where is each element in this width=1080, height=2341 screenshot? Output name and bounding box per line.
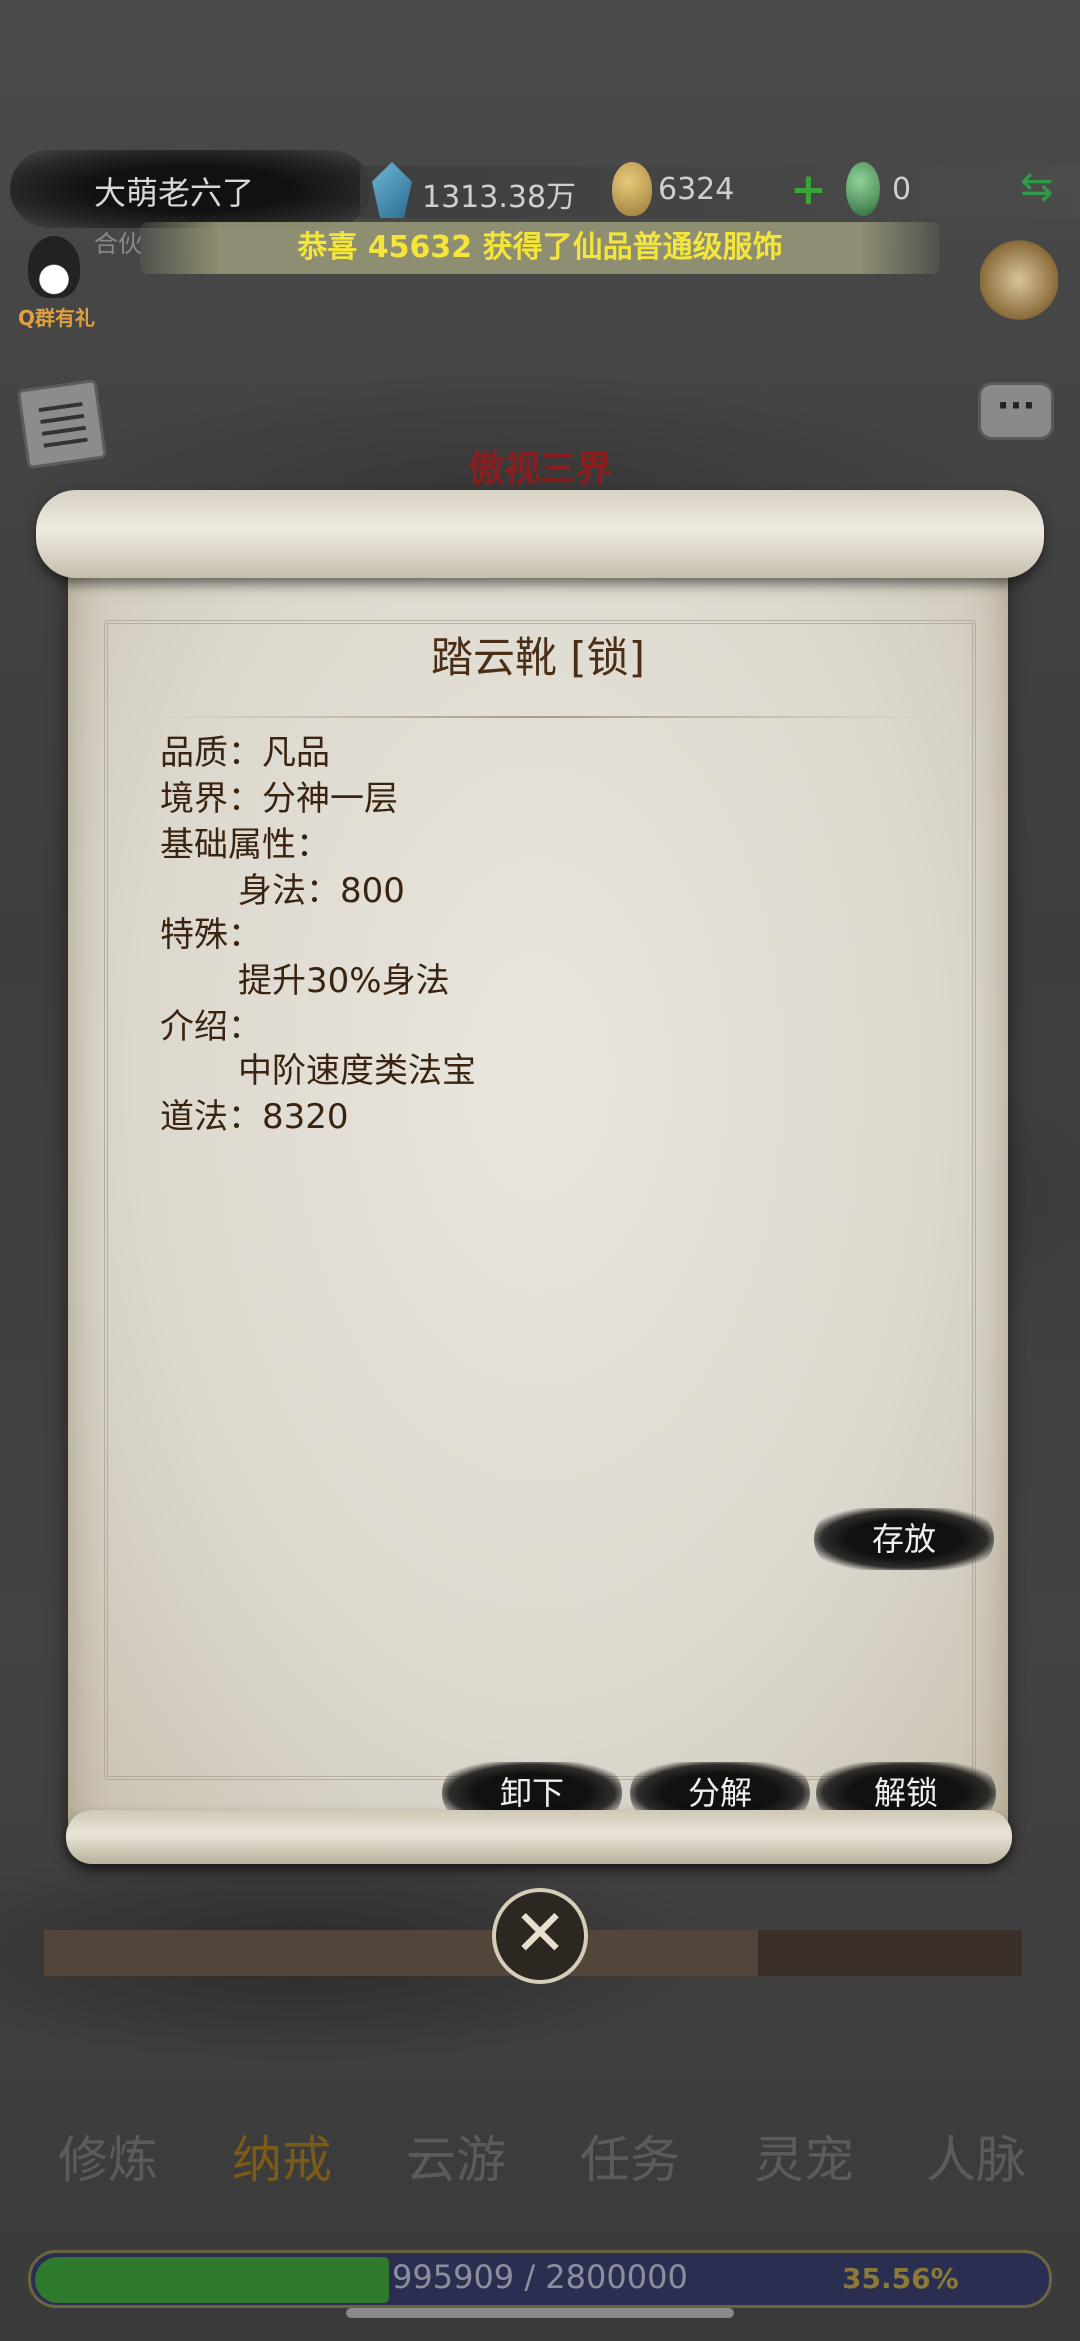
coin-count: 6324 [658, 172, 735, 207]
plus-icon[interactable]: + [790, 164, 827, 215]
dao-power: 道法：8320 [160, 1097, 349, 1137]
experience-fill [35, 2257, 389, 2303]
tab-tasks[interactable]: 任务 [550, 2120, 710, 2200]
base-attr-value: 身法：800 [238, 871, 405, 911]
jade-icon [846, 162, 880, 216]
tab-connections[interactable]: 人脉 [896, 2120, 1056, 2200]
scroll-list-icon[interactable] [16, 378, 108, 470]
top-bar: 大萌老六了 合伙 1313.38万 6324 + 0 ⇆ [0, 150, 1080, 258]
close-button[interactable]: ✕ [492, 1888, 588, 1984]
tab-pets[interactable]: 灵宠 [724, 2120, 884, 2200]
swap-icon[interactable]: ⇆ [1020, 164, 1054, 210]
item-quality: 品质：凡品 [160, 733, 330, 773]
progress-fill [44, 1930, 758, 1976]
special-heading: 特殊： [160, 915, 262, 955]
item-realm: 境界：分神一层 [160, 779, 398, 819]
tab-ring-storage[interactable]: 纳戒 [202, 2120, 362, 2200]
player-sub-name: 合伙 [94, 230, 142, 258]
experience-text: 995909 / 2800000 [392, 2258, 688, 2296]
tab-travel[interactable]: 云游 [376, 2120, 536, 2200]
gift-bag-icon[interactable] [980, 240, 1058, 320]
store-button[interactable]: 存放 [814, 1508, 994, 1570]
qq-group-gift-label[interactable]: Q群有礼 [18, 302, 95, 331]
base-attr-heading: 基础属性： [160, 825, 330, 865]
coin-bag-icon [612, 162, 652, 216]
bottom-nav: 修炼 纳戒 云游 任务 灵宠 人脉 [0, 2120, 1080, 2200]
title-divider [160, 716, 920, 718]
item-title: 踏云靴 [锁] [430, 633, 646, 682]
intro-value: 中阶速度类法宝 [238, 1051, 476, 1091]
scroll-bottom-roller [66, 1810, 1012, 1864]
tab-cultivate[interactable]: 修炼 [28, 2120, 188, 2200]
scroll-top-roller [36, 490, 1044, 578]
spirit-stone-count: 1313.38万 [422, 180, 577, 215]
special-value: 提升30%身法 [238, 961, 450, 1001]
qq-penguin-icon[interactable] [28, 236, 80, 298]
intro-heading: 介绍： [160, 1007, 262, 1047]
announcement-banner: 恭喜 45632 获得了仙品普通级服饰 [140, 222, 940, 274]
home-indicator [346, 2308, 734, 2318]
experience-percent: 35.56% [842, 2262, 959, 2295]
player-name[interactable]: 大萌老六了 [94, 168, 254, 214]
chat-bubble-icon[interactable]: ··· [978, 382, 1054, 440]
jade-count: 0 [892, 172, 912, 207]
